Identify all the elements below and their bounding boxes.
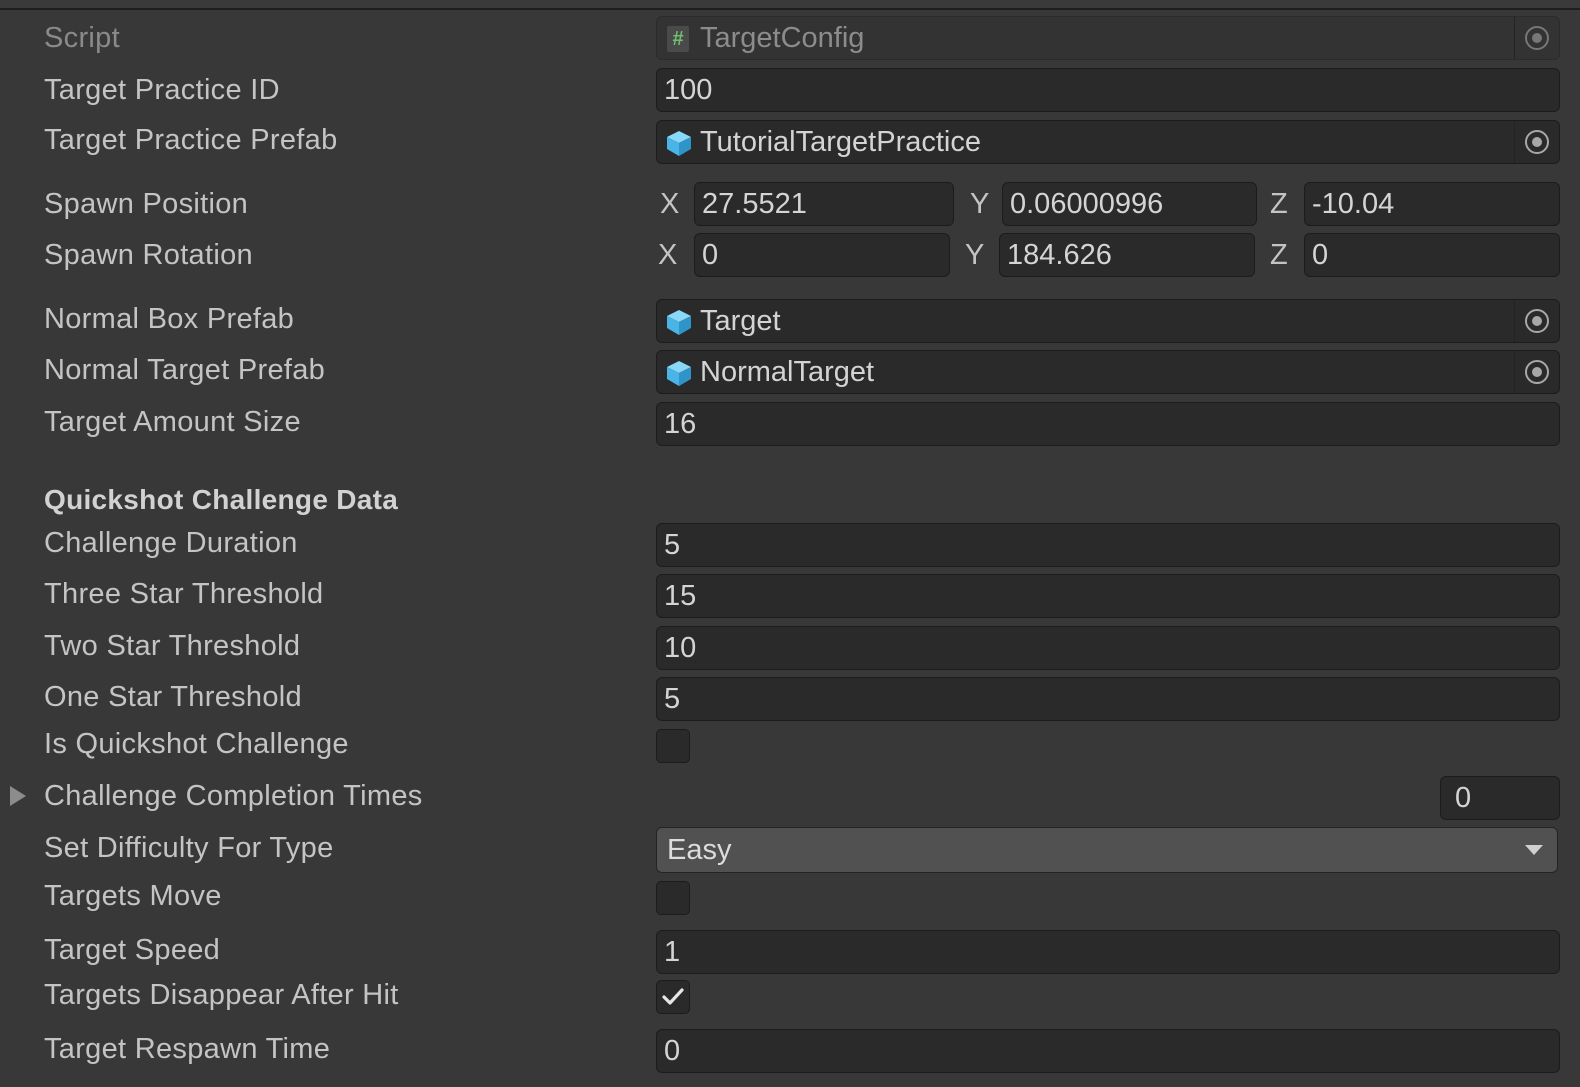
set-difficulty-selected-value: Easy (667, 834, 732, 866)
targets-disappear-after-hit-checkbox[interactable] (656, 980, 690, 1014)
x-axis-label: X (660, 188, 680, 220)
spawn-position-label: Spawn Position (44, 188, 249, 220)
is-quickshot-challenge-label: Is Quickshot Challenge (44, 728, 349, 760)
script-value: TargetConfig (700, 22, 865, 54)
normal-box-prefab-label: Normal Box Prefab (44, 303, 295, 335)
csharp-script-icon: # (667, 26, 689, 52)
prefab-cube-icon (667, 361, 691, 386)
inspector-top-border (0, 0, 1580, 10)
z-axis-label: Z (1270, 239, 1288, 271)
spawn-rotation-x-input[interactable]: 0 (694, 233, 950, 277)
one-star-threshold-input[interactable]: 5 (656, 677, 1560, 721)
target-circle-icon (1525, 26, 1549, 50)
challenge-duration-label: Challenge Duration (44, 527, 298, 559)
object-picker-button[interactable] (1514, 300, 1559, 342)
challenge-completion-times-label[interactable]: Challenge Completion Times (44, 780, 423, 813)
quickshot-section-header: Quickshot Challenge Data (44, 484, 399, 515)
spawn-rotation-z-input[interactable]: 0 (1304, 233, 1560, 277)
chevron-down-icon (1525, 845, 1543, 855)
script-field: # TargetConfig (656, 16, 1560, 60)
object-picker-button[interactable] (1514, 121, 1559, 163)
script-label: Script (44, 22, 120, 54)
target-circle-icon (1525, 130, 1549, 154)
targets-move-label: Targets Move (44, 880, 222, 912)
target-amount-size-label: Target Amount Size (44, 406, 301, 438)
normal-box-prefab-value: Target (700, 305, 781, 337)
two-star-threshold-label: Two Star Threshold (44, 630, 301, 662)
three-star-threshold-label: Three Star Threshold (44, 578, 324, 610)
target-circle-icon (1525, 309, 1549, 333)
target-respawn-time-input[interactable]: 0 (656, 1029, 1560, 1073)
target-practice-prefab-field[interactable]: TutorialTargetPractice (656, 120, 1560, 164)
object-picker-button[interactable] (1514, 351, 1559, 393)
x-axis-label: X (658, 239, 678, 271)
target-practice-prefab-value: TutorialTargetPractice (700, 126, 981, 158)
set-difficulty-dropdown[interactable]: Easy (656, 827, 1558, 873)
target-practice-id-label: Target Practice ID (44, 74, 280, 106)
challenge-duration-input[interactable]: 5 (656, 523, 1560, 567)
target-practice-prefab-label: Target Practice Prefab (44, 124, 338, 156)
spawn-position-y-input[interactable]: 0.06000996 (1002, 182, 1257, 226)
normal-target-prefab-label: Normal Target Prefab (44, 354, 326, 386)
y-axis-label: Y (970, 188, 990, 220)
checkmark-icon (662, 988, 684, 1005)
spawn-position-z-input[interactable]: -10.04 (1304, 182, 1560, 226)
normal-box-prefab-field[interactable]: Target (656, 299, 1560, 343)
y-axis-label: Y (965, 239, 985, 271)
targets-disappear-after-hit-label: Targets Disappear After Hit (44, 979, 399, 1011)
target-respawn-time-label: Target Respawn Time (44, 1033, 331, 1065)
prefab-cube-icon (667, 310, 691, 335)
object-picker-button (1514, 17, 1559, 59)
challenge-completion-times-size-input[interactable]: 0 (1440, 776, 1560, 820)
target-amount-size-input[interactable]: 16 (656, 402, 1560, 446)
target-speed-input[interactable]: 1 (656, 930, 1560, 974)
target-practice-id-input[interactable]: 100 (656, 68, 1560, 112)
three-star-threshold-input[interactable]: 15 (656, 574, 1560, 618)
z-axis-label: Z (1270, 188, 1288, 220)
target-circle-icon (1525, 360, 1549, 384)
target-speed-label: Target Speed (44, 934, 221, 966)
prefab-cube-icon (667, 131, 691, 156)
targets-move-checkbox[interactable] (656, 881, 690, 915)
normal-target-prefab-field[interactable]: NormalTarget (656, 350, 1560, 394)
spawn-rotation-label: Spawn Rotation (44, 239, 253, 271)
two-star-threshold-input[interactable]: 10 (656, 626, 1560, 670)
foldout-arrow-icon[interactable] (10, 786, 26, 806)
is-quickshot-challenge-checkbox[interactable] (656, 729, 690, 763)
spawn-position-x-input[interactable]: 27.5521 (694, 182, 954, 226)
one-star-threshold-label: One Star Threshold (44, 681, 302, 713)
set-difficulty-for-type-label: Set Difficulty For Type (44, 832, 334, 864)
normal-target-prefab-value: NormalTarget (700, 356, 875, 388)
spawn-rotation-y-input[interactable]: 184.626 (999, 233, 1255, 277)
